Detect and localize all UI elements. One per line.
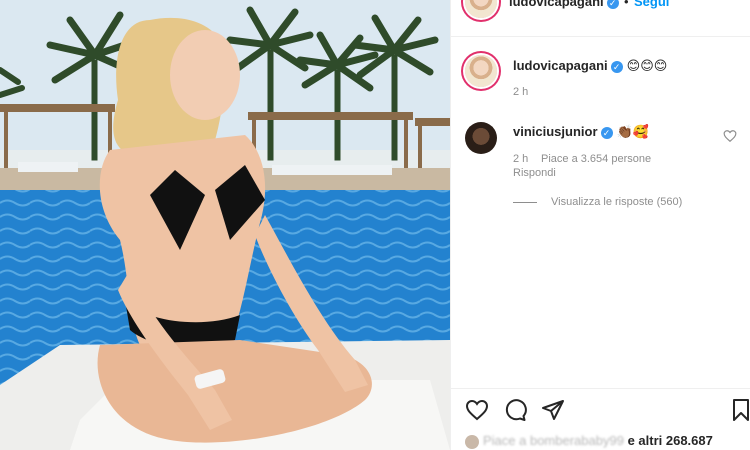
follow-button[interactable]: Segui xyxy=(634,0,669,9)
separator-dot: • xyxy=(624,0,629,9)
author-avatar[interactable] xyxy=(465,0,497,18)
actions-divider xyxy=(451,388,750,389)
reply-button[interactable]: Rispondi xyxy=(513,167,556,179)
liker-avatar xyxy=(465,434,479,449)
caption-username[interactable]: ludovicapagani ✓ 😊😊😊 xyxy=(513,58,667,74)
replies-divider-line xyxy=(513,201,537,203)
post-photo-illustration xyxy=(0,0,450,450)
bookmark-icon[interactable] xyxy=(729,398,750,422)
view-replies-button[interactable]: Visualizza le risposte (560) xyxy=(513,196,682,208)
author-username[interactable]: ludovicapagani ✓ xyxy=(509,0,619,9)
comment-icon[interactable] xyxy=(503,398,527,422)
caption-username-text: ludovicapagani xyxy=(513,58,608,73)
view-replies-label: Visualizza le risposte (560) xyxy=(551,196,683,208)
comment-avatar[interactable] xyxy=(465,122,497,154)
comment-username-text: viniciusjunior xyxy=(513,124,598,139)
caption-time: 2 h xyxy=(513,86,529,98)
likes-count: e altri 268.687 xyxy=(627,433,713,448)
verified-badge-icon: ✓ xyxy=(610,60,623,73)
post-sidebar: ludovicapagani ✓ • Segui ludovicapagani ✓ 😊… xyxy=(450,0,750,450)
paper-plane-icon[interactable] xyxy=(541,398,565,422)
post-actions xyxy=(465,398,749,426)
post-photo[interactable] xyxy=(0,0,450,450)
comment-time: 2 h xyxy=(513,153,529,165)
comment-likes-link[interactable]: Piace a 3.654 persone xyxy=(541,153,651,165)
verified-badge-icon: ✓ xyxy=(606,0,619,9)
liked-by-text: Piace a bomberababy99 xyxy=(483,433,624,448)
heart-icon[interactable] xyxy=(465,398,489,422)
verified-badge-icon: ✓ xyxy=(600,126,613,139)
post-header: ludovicapagani ✓ • Segui xyxy=(451,0,750,37)
comment-heart-icon[interactable] xyxy=(723,129,737,143)
likes-summary[interactable]: Piace a bomberababy99 e altri 268.687 xyxy=(465,433,713,449)
author-username-text: ludovicapagani xyxy=(509,0,604,9)
caption-avatar[interactable] xyxy=(465,55,497,87)
caption-text: 😊😊😊 xyxy=(626,58,668,73)
comment-username[interactable]: viniciusjunior ✓ 👏🏾🥰 xyxy=(513,124,649,140)
comment-text: 👏🏾🥰 xyxy=(616,124,649,139)
